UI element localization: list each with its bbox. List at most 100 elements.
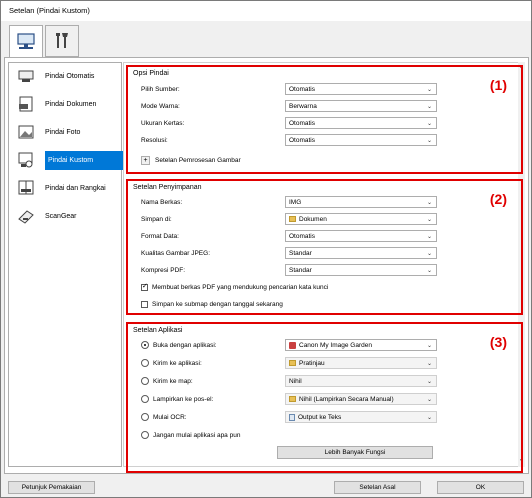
pdf-compression-row: Kompresi PDF: Standar ⌄ bbox=[141, 263, 441, 277]
more-functions-button[interactable]: Lebih Banyak Fungsi bbox=[277, 446, 433, 459]
nav-item-auto-scan[interactable]: Pindai Otomatis bbox=[9, 63, 121, 89]
file-name-value: IMG bbox=[289, 198, 302, 206]
expand-plus-icon[interactable]: + bbox=[141, 155, 150, 165]
save-settings-section: Setelan Penyimpanan (2) Nama Berkas: IMG… bbox=[126, 179, 523, 315]
save-in-row: Simpan di: Dokumen ⌄ bbox=[141, 212, 441, 226]
resolution-select[interactable]: Otomatis ⌄ bbox=[285, 134, 437, 146]
nav-item-scan-stitch[interactable]: Pindai dan Rangkai bbox=[9, 175, 121, 201]
date-subfolder-label: Simpan ke submap dengan tanggal sekarang bbox=[152, 300, 283, 308]
nav-item-document-scan[interactable]: Pindai Dokumen bbox=[9, 91, 121, 117]
scan-mode-list: Pindai Otomatis Pindai Dokumen Pindai Fo… bbox=[8, 62, 129, 467]
date-subfolder-checkbox[interactable] bbox=[141, 300, 148, 308]
app-settings-section: Setelan Aplikasi (3) Buka dengan aplikas… bbox=[126, 322, 523, 473]
text-document-icon bbox=[289, 413, 295, 421]
save-in-select[interactable]: Dokumen ⌄ bbox=[285, 213, 437, 225]
searchable-pdf-checkbox-row[interactable]: Membuat berkas PDF yang mendukung pencar… bbox=[141, 280, 328, 294]
nav-item-label: Pindai dan Rangkai bbox=[45, 184, 106, 192]
send-to-app-value: Pratinjau bbox=[299, 359, 325, 367]
photo-scan-icon bbox=[18, 125, 34, 139]
start-ocr-value: Output ke Teks bbox=[298, 413, 342, 421]
pdf-compression-label: Kompresi PDF: bbox=[141, 266, 186, 274]
folder-icon bbox=[289, 396, 296, 402]
chevron-down-icon: ⌄ bbox=[426, 138, 432, 144]
no-app-radio[interactable] bbox=[141, 431, 149, 439]
pdf-compression-select[interactable]: Standar ⌄ bbox=[285, 264, 437, 276]
auto-scan-icon bbox=[18, 70, 34, 82]
open-with-app-label: Buka dengan aplikasi: bbox=[153, 341, 217, 349]
nav-item-label: Pindai Otomatis bbox=[45, 72, 95, 80]
attach-email-radio[interactable] bbox=[141, 395, 149, 403]
source-value: Otomatis bbox=[289, 85, 316, 93]
jpeg-quality-select[interactable]: Standar ⌄ bbox=[285, 247, 437, 259]
color-mode-row: Mode Warna: Berwarna ⌄ bbox=[141, 99, 441, 113]
chevron-down-icon: ⌄ bbox=[426, 379, 432, 385]
data-format-value: Otomatis bbox=[289, 232, 316, 240]
nav-item-custom-scan[interactable]: Pindai Kustom bbox=[9, 147, 129, 173]
chevron-down-icon: ⌄ bbox=[426, 361, 432, 367]
start-ocr-radio[interactable] bbox=[141, 413, 149, 421]
attach-email-label: Lampirkan ke pos-el: bbox=[153, 395, 214, 403]
computer-scan-icon bbox=[17, 32, 35, 49]
chevron-down-icon: ⌄ bbox=[426, 251, 432, 257]
image-processing-row[interactable]: + Setelan Pemrosesan Gambar bbox=[141, 153, 241, 167]
nav-item-label: Pindai Dokumen bbox=[45, 100, 97, 108]
chevron-down-icon: ⌄ bbox=[426, 234, 432, 240]
section-marker: (1) bbox=[489, 77, 507, 93]
file-name-combo[interactable]: IMG ⌄ bbox=[285, 196, 437, 208]
send-to-folder-radio[interactable] bbox=[141, 377, 149, 385]
send-to-folder-select[interactable]: Nihil ⌄ bbox=[285, 375, 437, 387]
general-settings-tab[interactable] bbox=[45, 25, 79, 57]
data-format-row: Format Data: Otomatis ⌄ bbox=[141, 229, 441, 243]
ok-button[interactable]: OK bbox=[437, 481, 524, 494]
open-with-app-radio[interactable] bbox=[141, 341, 149, 349]
no-app-label: Jangan mulai aplikasi apa pun bbox=[153, 431, 241, 439]
jpeg-quality-value: Standar bbox=[289, 249, 312, 257]
section-marker: (2) bbox=[489, 191, 507, 207]
scan-stitch-icon bbox=[18, 180, 34, 195]
nav-item-label: Pindai Foto bbox=[45, 128, 81, 136]
color-mode-select[interactable]: Berwarna ⌄ bbox=[285, 100, 437, 112]
color-mode-label: Mode Warna: bbox=[141, 102, 180, 110]
paper-size-select[interactable]: Otomatis ⌄ bbox=[285, 117, 437, 129]
scan-tab[interactable] bbox=[9, 25, 43, 58]
paper-size-label: Ukuran Kertas: bbox=[141, 119, 185, 127]
chevron-down-icon: ⌄ bbox=[426, 397, 432, 403]
chevron-down-icon: ⌄ bbox=[426, 343, 432, 349]
attach-email-select[interactable]: Nihil (Lampirkan Secara Manual) ⌄ bbox=[285, 393, 437, 405]
no-app-row[interactable]: Jangan mulai aplikasi apa pun bbox=[141, 428, 240, 442]
nav-item-photo-scan[interactable]: Pindai Foto bbox=[9, 119, 121, 145]
chevron-down-icon: ⌄ bbox=[426, 415, 432, 421]
resolution-label: Resolusi: bbox=[141, 136, 168, 144]
folder-icon bbox=[289, 216, 296, 222]
start-ocr-select[interactable]: Output ke Teks ⌄ bbox=[285, 411, 437, 423]
resolution-value: Otomatis bbox=[289, 136, 316, 144]
paper-size-value: Otomatis bbox=[289, 119, 316, 127]
jpeg-quality-row: Kualitas Gambar JPEG: Standar ⌄ bbox=[141, 246, 441, 260]
searchable-pdf-checkbox[interactable] bbox=[141, 282, 148, 291]
source-select[interactable]: Otomatis ⌄ bbox=[285, 83, 437, 95]
start-ocr-row: Mulai OCR: Output ke Teks ⌄ bbox=[141, 410, 441, 424]
paper-size-row: Ukuran Kertas: Otomatis ⌄ bbox=[141, 116, 441, 130]
custom-scan-icon bbox=[18, 152, 33, 168]
open-with-app-select[interactable]: Canon My Image Garden ⌄ bbox=[285, 339, 437, 351]
scan-options-section: Opsi Pindai (1) Pilih Sumber: Otomatis ⌄… bbox=[126, 65, 523, 174]
title-bar: Setelan (Pindai Kustom) bbox=[1, 1, 531, 21]
chevron-down-icon: ⌄ bbox=[426, 217, 432, 223]
date-subfolder-checkbox-row[interactable]: Simpan ke submap dengan tanggal sekarang bbox=[141, 297, 283, 311]
chevron-down-icon: ⌄ bbox=[426, 200, 432, 206]
window-title: Setelan (Pindai Kustom) bbox=[9, 6, 90, 15]
pdf-compression-value: Standar bbox=[289, 266, 312, 274]
send-to-folder-row: Kirim ke map: Nihil ⌄ bbox=[141, 374, 441, 388]
file-name-label: Nama Berkas: bbox=[141, 198, 183, 206]
start-ocr-label: Mulai OCR: bbox=[153, 413, 187, 421]
searchable-pdf-label: Membuat berkas PDF yang mendukung pencar… bbox=[152, 283, 329, 291]
data-format-select[interactable]: Otomatis ⌄ bbox=[285, 230, 437, 242]
send-to-app-select[interactable]: Pratinjau ⌄ bbox=[285, 357, 437, 369]
section-title: Setelan Aplikasi bbox=[133, 327, 183, 334]
defaults-button[interactable]: Setelan Asal bbox=[334, 481, 421, 494]
send-to-app-radio[interactable] bbox=[141, 359, 149, 367]
section-marker: (3) bbox=[489, 334, 507, 350]
instructions-button[interactable]: Petunjuk Pemakaian bbox=[8, 481, 95, 494]
nav-item-scangear[interactable]: ScanGear bbox=[9, 203, 121, 229]
save-in-value: Dokumen bbox=[299, 215, 327, 223]
